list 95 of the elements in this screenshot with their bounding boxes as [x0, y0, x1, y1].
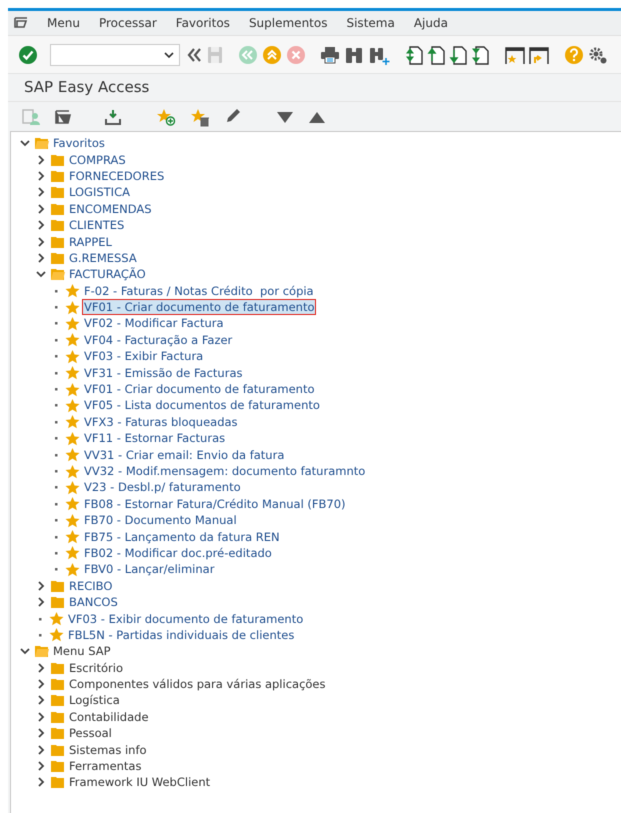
open-folder-icon	[50, 266, 65, 282]
tree-item[interactable]: VF31 - Emissão de Facturas	[82, 364, 244, 381]
tree-item[interactable]: FBV0 - Lançar/eliminar	[82, 561, 216, 578]
star-icon	[49, 611, 64, 626]
tree-item[interactable]: VF01 - Criar documento de faturamento	[82, 299, 316, 316]
star-icon	[65, 447, 80, 462]
folder-icon	[50, 758, 65, 774]
previous-page-icon[interactable]	[426, 44, 446, 64]
star-icon	[65, 512, 80, 528]
star-icon	[65, 316, 80, 331]
menu-item[interactable]: Suplementos	[248, 14, 328, 32]
tree-item[interactable]: FORNECEDORES	[67, 168, 166, 184]
tree-item[interactable]: FB75 - Lançamento da fatura REN	[82, 528, 282, 545]
tree-item[interactable]: FB70 - Documento Manual	[82, 512, 239, 528]
star-icon	[65, 545, 80, 560]
tree-item[interactable]: VV32 - Modif.mensagem: documento faturamnto	[82, 463, 368, 479]
tree-item[interactable]: Logística	[67, 692, 122, 708]
star-plus-icon[interactable]	[156, 106, 176, 126]
star-icon	[65, 300, 80, 315]
tree-item[interactable]: VF02 - Modificar Factura	[82, 315, 226, 332]
star-trash-icon[interactable]	[190, 106, 210, 126]
menu-item[interactable]: Menu	[47, 14, 80, 32]
folder-icon	[50, 184, 65, 200]
star-icon	[65, 348, 80, 364]
first-page-icon[interactable]	[404, 44, 424, 64]
menu-icon[interactable]	[14, 17, 28, 29]
folder-icon	[50, 217, 65, 234]
tree-item[interactable]: Escritório	[67, 660, 126, 676]
shortcut-icon[interactable]	[528, 44, 550, 64]
tree-item[interactable]: CLIENTES	[67, 217, 126, 234]
check-icon[interactable]	[18, 44, 38, 64]
menu-item[interactable]: Sistema	[346, 14, 395, 32]
star-icon	[65, 414, 80, 430]
tree-item[interactable]: VF05 - Lista documentos de faturamento	[82, 397, 322, 414]
tree-item[interactable]: Menu SAP	[51, 643, 113, 660]
screen-title: SAP Easy Access	[24, 77, 150, 98]
settings-icon[interactable]	[588, 44, 608, 64]
folder-icon	[50, 676, 65, 692]
tree-item[interactable]: F-02 - Faturas / Notas Crédito por cópia	[82, 282, 316, 299]
tree-item[interactable]: COMPRAS	[67, 152, 128, 168]
tree-item[interactable]: Favoritos	[51, 135, 107, 152]
tree-item[interactable]: LOGISTICA	[67, 184, 132, 200]
tree-item[interactable]: V23 - Desbl.p/ faturamento	[82, 479, 243, 496]
tree-item[interactable]: VF11 - Estornar Facturas	[82, 430, 228, 446]
open-folder-icon	[34, 135, 49, 152]
tree-item[interactable]: Pessoal	[67, 725, 114, 742]
folder-icon	[50, 692, 65, 708]
star-icon	[65, 529, 80, 544]
open-folder-icon	[34, 643, 49, 660]
folder-icon	[50, 774, 65, 790]
tree-item[interactable]: VF04 - Facturação a Fazer	[82, 332, 234, 348]
collapse-icon[interactable]	[19, 138, 31, 148]
tree-item[interactable]: ENCOMENDAS	[67, 200, 154, 217]
collapse-icon[interactable]	[19, 646, 31, 656]
tree-item[interactable]: VF03 - Exibir Factura	[82, 348, 206, 364]
next-page-icon[interactable]	[448, 44, 468, 64]
tree-item[interactable]: Ferramentas	[67, 758, 144, 774]
tree-item[interactable]: FB08 - Estornar Fatura/Crédito Manual (FB70)	[82, 496, 348, 512]
star-icon	[65, 464, 80, 478]
folder-icon	[50, 594, 65, 610]
star-icon	[65, 332, 80, 348]
star-icon	[65, 398, 80, 413]
last-page-icon[interactable]	[470, 44, 490, 64]
star-icon	[49, 627, 64, 642]
star-icon	[65, 430, 80, 446]
tree-item[interactable]: VF03 - Exibir documento de faturamento	[66, 610, 306, 627]
collapse-icon[interactable]	[35, 269, 47, 280]
folder-icon	[50, 725, 65, 742]
tree-item[interactable]: VFX3 - Faturas bloqueadas	[82, 414, 240, 430]
command-field[interactable]	[50, 44, 180, 66]
tree-item[interactable]: Framework IU WebClient	[67, 774, 212, 790]
star-icon	[65, 283, 80, 298]
tree-item[interactable]: RECIBO	[67, 578, 114, 594]
star-icon	[65, 562, 80, 577]
tree-item[interactable]: BANCOS	[67, 594, 120, 610]
star-icon	[65, 365, 80, 380]
printer-icon[interactable]	[320, 44, 340, 64]
tree-item[interactable]: VV31 - Criar email: Envio da fatura	[82, 446, 286, 463]
star-icon	[65, 496, 80, 512]
new-window-icon[interactable]	[504, 44, 526, 64]
star-icon	[65, 480, 80, 495]
tree-item[interactable]: Contabilidade	[67, 708, 151, 725]
tree-item[interactable]: Componentes válidos para várias aplicações	[67, 676, 328, 692]
tree-item[interactable]: G.REMESSA	[67, 250, 139, 266]
star-icon	[65, 382, 80, 397]
tree-item[interactable]: VF01 - Criar documento de faturamento	[82, 381, 316, 398]
caret-icon[interactable]	[164, 50, 174, 58]
menu-item[interactable]: Favoritos	[176, 14, 230, 32]
tree-item[interactable]: FBL5N - Partidas individuais de clientes	[66, 626, 296, 643]
tree-item[interactable]: Sistemas info	[67, 742, 149, 758]
menu-item[interactable]: Processar	[98, 14, 157, 32]
tree-item[interactable]: FB02 - Modificar doc.pré-editado	[82, 544, 274, 561]
tree-item[interactable]: FACTURAÇÃO	[67, 266, 148, 282]
menu-item[interactable]: Ajuda	[414, 14, 448, 32]
tree-item[interactable]: RAPPEL	[67, 234, 114, 250]
